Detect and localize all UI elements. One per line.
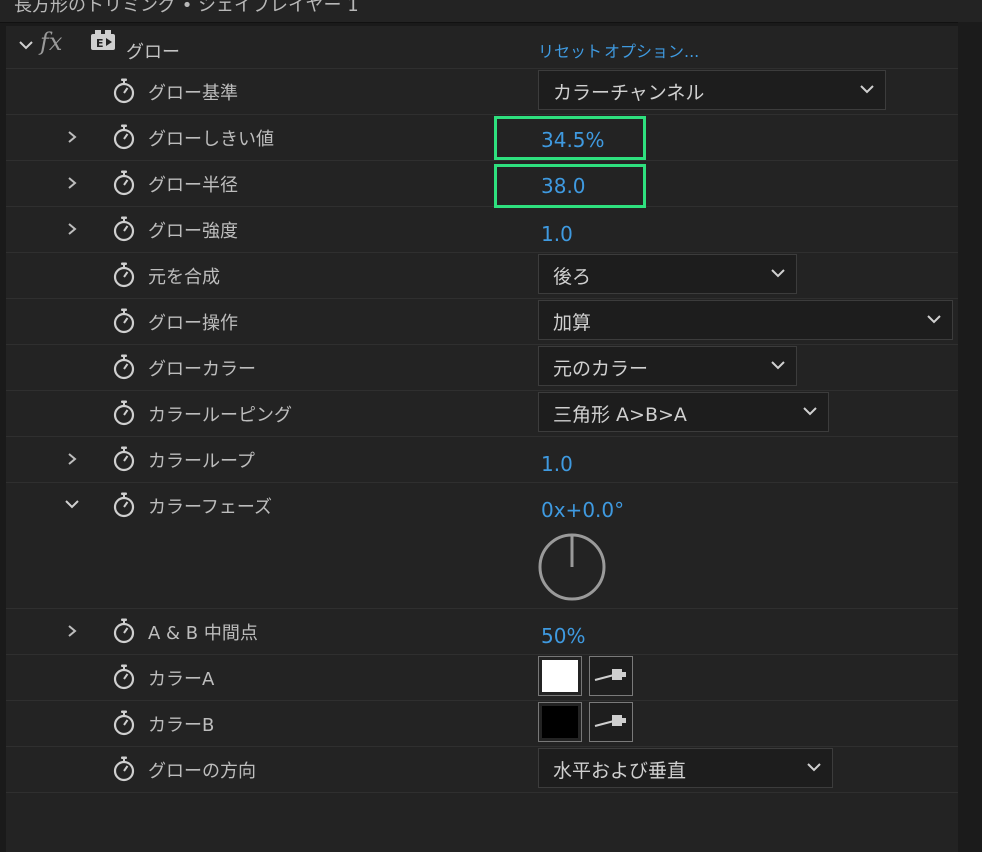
stopwatch-icon[interactable]: [112, 308, 136, 334]
stopwatch-icon[interactable]: [112, 354, 136, 380]
color-b-swatch[interactable]: [538, 702, 582, 742]
stopwatch-icon[interactable]: [112, 262, 136, 288]
property-row-glow-based-on: グロー基準 カラーチャンネル: [6, 68, 958, 115]
property-row-color-phase: カラーフェーズ 0x+0.0°: [6, 482, 958, 609]
property-label: カラールーピング: [148, 405, 292, 426]
stopwatch-icon[interactable]: [112, 756, 136, 782]
expand-chevron-icon[interactable]: [64, 129, 80, 145]
stopwatch-icon[interactable]: [112, 400, 136, 426]
highlight-box: [494, 164, 646, 208]
chevron-down-icon: [926, 313, 942, 325]
property-label: A & B 中間点: [148, 623, 258, 644]
property-label: グローの方向: [148, 761, 256, 782]
effect-name: グロー: [126, 42, 180, 63]
property-label: グロー強度: [148, 221, 238, 242]
expand-chevron-icon[interactable]: [64, 221, 80, 237]
property-row-color-b: カラーB: [6, 700, 958, 747]
glow-colors-dropdown[interactable]: 元のカラー: [538, 346, 797, 386]
glow-operation-dropdown[interactable]: 加算: [538, 300, 953, 340]
property-label: カラーB: [148, 715, 215, 736]
eyedropper-icon[interactable]: [589, 656, 633, 696]
expand-chevron-icon[interactable]: [64, 623, 80, 639]
collapse-chevron-icon[interactable]: [64, 498, 80, 510]
property-label: カラーフェーズ: [148, 497, 273, 518]
property-row-ab-midpoint: A & B 中間点 50%: [6, 608, 958, 655]
property-row-color-loops: カラーループ 1.0: [6, 436, 958, 483]
stopwatch-icon[interactable]: [112, 446, 136, 472]
panel-right-border: [958, 22, 982, 852]
property-label: グローしきい値: [148, 129, 274, 150]
chevron-down-icon: [806, 761, 822, 773]
dropdown-value: 三角形 A>B>A: [553, 404, 687, 426]
property-row-glow-colors: グローカラー 元のカラー: [6, 344, 958, 391]
dropdown-value: カラーチャンネル: [553, 82, 705, 104]
property-row-color-a: カラーA: [6, 654, 958, 701]
stopwatch-icon[interactable]: [112, 124, 136, 150]
dropdown-value: 元のカラー: [553, 358, 649, 380]
reset-link[interactable]: リセット: [538, 38, 602, 62]
property-label: グロー基準: [148, 83, 238, 104]
dropdown-value: 水平および垂直: [553, 760, 687, 782]
options-link[interactable]: オプション...: [604, 38, 699, 62]
property-row-composite-original: 元を合成 後ろ: [6, 252, 958, 299]
glow-based-on-dropdown[interactable]: カラーチャンネル: [538, 70, 886, 110]
layer-header-title: 長方形のトリミング • シェイプレイヤー 1: [14, 0, 359, 16]
color-looping-dropdown[interactable]: 三角形 A>B>A: [538, 392, 829, 432]
layer-header: 長方形のトリミング • シェイプレイヤー 1: [0, 0, 982, 23]
chevron-down-icon: [770, 267, 786, 279]
effect-preset-icon[interactable]: E: [90, 29, 116, 51]
ab-midpoint-value[interactable]: 50%: [541, 624, 585, 648]
property-label: グローカラー: [148, 359, 256, 380]
glow-dimensions-dropdown[interactable]: 水平および垂直: [538, 748, 833, 788]
stopwatch-icon[interactable]: [112, 492, 136, 518]
color-b-fill: [542, 706, 578, 738]
color-loops-value[interactable]: 1.0: [541, 452, 573, 476]
dropdown-value: 後ろ: [553, 266, 592, 288]
eyedropper-icon[interactable]: [589, 702, 633, 742]
stopwatch-icon[interactable]: [112, 664, 136, 690]
glow-intensity-value[interactable]: 1.0: [541, 222, 573, 246]
property-row-glow-dimensions: グローの方向 水平および垂直: [6, 746, 958, 793]
svg-text:E: E: [96, 37, 104, 50]
property-label: カラーループ: [148, 451, 255, 472]
color-a-fill: [542, 660, 578, 692]
dropdown-value: 加算: [553, 312, 592, 334]
effect-collapse-chevron-icon[interactable]: [18, 39, 34, 51]
stopwatch-icon[interactable]: [112, 170, 136, 196]
property-row-glow-radius: グロー半径 38.0: [6, 160, 958, 208]
color-a-swatch[interactable]: [538, 656, 582, 696]
property-row-glow-threshold: グローしきい値 34.5%: [6, 114, 958, 161]
color-phase-value[interactable]: 0x+0.0°: [541, 498, 624, 522]
expand-chevron-icon[interactable]: [64, 451, 80, 467]
angle-dial[interactable]: [537, 532, 607, 602]
highlight-box: [494, 116, 646, 160]
property-label: カラーA: [148, 669, 215, 690]
property-row-color-looping: カラールーピング 三角形 A>B>A: [6, 390, 958, 437]
stopwatch-icon[interactable]: [112, 710, 136, 736]
property-label: 元を合成: [148, 267, 220, 288]
property-row-glow-intensity: グロー強度 1.0: [6, 206, 958, 253]
stopwatch-icon[interactable]: [112, 78, 136, 104]
chevron-down-icon: [770, 359, 786, 371]
property-label: グロー半径: [148, 175, 238, 196]
stopwatch-icon[interactable]: [112, 216, 136, 242]
chevron-down-icon: [859, 83, 875, 95]
property-label: グロー操作: [148, 313, 238, 334]
effect-header-row: fx E グロー リセット オプション...: [6, 26, 958, 69]
composite-original-dropdown[interactable]: 後ろ: [538, 254, 797, 294]
expand-chevron-icon[interactable]: [64, 175, 80, 191]
property-row-glow-operation: グロー操作 加算: [6, 298, 958, 345]
fx-toggle-icon[interactable]: fx: [40, 28, 62, 56]
chevron-down-icon: [802, 405, 818, 417]
stopwatch-icon[interactable]: [112, 618, 136, 644]
